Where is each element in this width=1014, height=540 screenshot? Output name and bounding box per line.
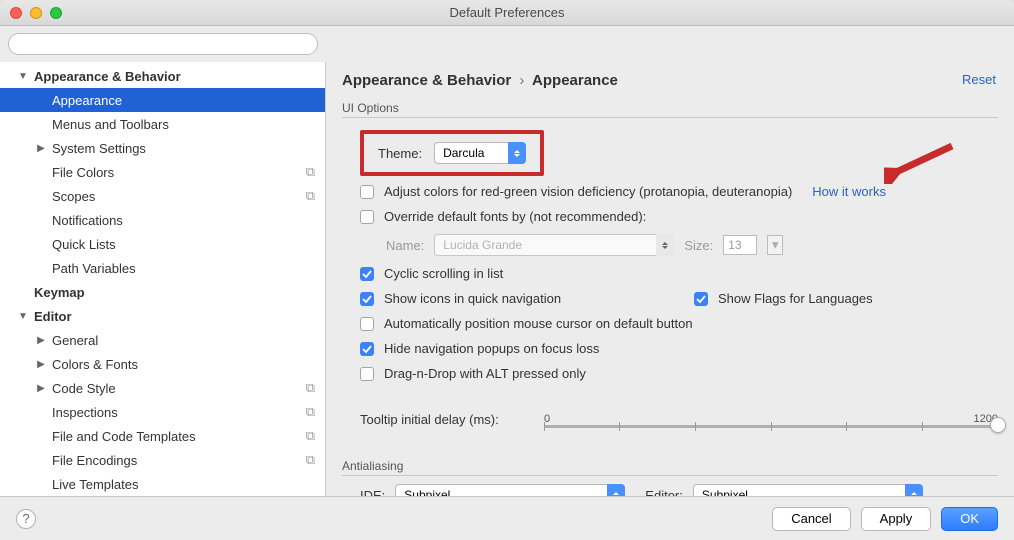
sidebar-item-file-encodings[interactable]: File Encodings⧉ [0,448,325,472]
cancel-button[interactable]: Cancel [772,507,850,531]
font-size-input [723,235,757,255]
breadcrumb-page: Appearance [532,72,618,89]
disclosure-arrow-icon: ▼ [18,311,28,322]
reset-link[interactable]: Reset [962,72,996,87]
sidebar-item-keymap[interactable]: Keymap [0,280,325,304]
project-scope-icon: ⧉ [306,452,315,468]
hide-popups-checkbox[interactable] [360,342,374,356]
help-button[interactable]: ? [16,509,36,529]
disclosure-arrow-icon: ▶ [36,335,46,346]
titlebar: Default Preferences [0,0,1014,26]
sidebar-item-menus-and-toolbars[interactable]: Menus and Toolbars [0,112,325,136]
theme-highlight-box: Theme: Darcula [360,130,544,176]
sidebar-item-label: System Settings [52,141,315,156]
project-scope-icon: ⧉ [306,404,315,420]
how-it-works-link[interactable]: How it works [812,184,886,199]
font-size-label: Size: [684,238,713,253]
cyclic-scrolling-checkbox[interactable] [360,267,374,281]
show-icons-checkbox[interactable] [360,292,374,306]
sidebar-item-code-style[interactable]: ▶ Code Style⧉ [0,376,325,400]
sidebar-item-label: File Colors [52,165,306,180]
ok-button[interactable]: OK [941,507,998,531]
cyclic-scrolling-label: Cyclic scrolling in list [384,266,503,281]
show-flags-checkbox[interactable] [694,292,708,306]
adjust-colors-checkbox[interactable] [360,185,374,199]
auto-cursor-checkbox[interactable] [360,317,374,331]
sidebar-item-label: Menus and Toolbars [52,117,315,132]
sidebar-item-inspections[interactable]: Inspections⧉ [0,400,325,424]
hide-popups-label: Hide navigation popups on focus loss [384,341,599,356]
sidebar-item-label: General [52,333,315,348]
disclosure-arrow-icon: ▶ [36,383,46,394]
sidebar-item-label: File and Code Templates [52,429,306,444]
breadcrumb-parent: Appearance & Behavior [342,72,511,89]
project-scope-icon: ⧉ [306,428,315,444]
dnd-alt-label: Drag-n-Drop with ALT pressed only [384,366,586,381]
sidebar-item-label: Notifications [52,213,315,228]
sidebar-item-appearance[interactable]: Appearance [0,88,325,112]
disclosure-arrow-icon: ▼ [18,71,28,82]
font-name-select: Lucida Grande [434,234,674,256]
sidebar-item-file-colors[interactable]: File Colors⧉ [0,160,325,184]
sidebar-item-scopes[interactable]: Scopes⧉ [0,184,325,208]
sidebar-item-path-variables[interactable]: Path Variables [0,256,325,280]
breadcrumb: Appearance & Behavior › Appearance [342,72,998,89]
sidebar-item-label: Code Style [52,381,306,396]
sidebar-item-label: Editor [34,309,315,324]
sidebar-item-label: Colors & Fonts [52,357,315,372]
sidebar-item-label: Keymap [34,285,315,300]
auto-cursor-label: Automatically position mouse cursor on d… [384,316,693,331]
tooltip-delay-slider[interactable]: 01200 [544,413,998,443]
sidebar-item-general[interactable]: ▶ General [0,328,325,352]
show-flags-label: Show Flags for Languages [718,291,873,306]
adjust-colors-label: Adjust colors for red-green vision defic… [384,184,792,199]
sidebar: ▼ Appearance & Behavior Appearance Menus an… [0,62,326,510]
sidebar-item-label: File Encodings [52,453,306,468]
tooltip-delay-label: Tooltip initial delay (ms): [360,412,530,427]
sidebar-item-file-and-code-templates[interactable]: File and Code Templates⧉ [0,424,325,448]
project-scope-icon: ⧉ [306,164,315,180]
sidebar-item-label: Quick Lists [52,237,315,252]
disclosure-arrow-icon: ▶ [36,359,46,370]
override-fonts-label: Override default fonts by (not recommend… [384,209,646,224]
close-icon[interactable] [10,7,22,19]
section-antialiasing: Antialiasing [342,459,998,473]
dnd-alt-checkbox[interactable] [360,367,374,381]
project-scope-icon: ⧉ [306,188,315,204]
sidebar-item-appearance-behavior[interactable]: ▼ Appearance & Behavior [0,64,325,88]
content-panel: Appearance & Behavior › Appearance Reset… [326,62,1014,510]
sidebar-item-label: Inspections [52,405,306,420]
window-title: Default Preferences [0,5,1014,20]
section-ui-options: UI Options [342,101,998,115]
theme-label: Theme: [378,146,422,161]
minimize-icon[interactable] [30,7,42,19]
theme-select[interactable]: Darcula [434,142,526,164]
annotation-arrow-icon [884,140,964,184]
font-name-label: Name: [386,238,424,253]
disclosure-arrow-icon: ▶ [36,143,46,154]
sidebar-item-label: Scopes [52,189,306,204]
sidebar-item-label: Appearance & Behavior [34,69,315,84]
sidebar-item-editor[interactable]: ▼ Editor [0,304,325,328]
sidebar-item-quick-lists[interactable]: Quick Lists [0,232,325,256]
sidebar-item-label: Appearance [52,93,315,108]
sidebar-item-label: Live Templates [52,477,315,492]
search-input[interactable] [8,33,318,55]
font-size-stepper: ▾ [767,235,783,255]
sidebar-item-live-templates[interactable]: Live Templates [0,472,325,496]
project-scope-icon: ⧉ [306,380,315,396]
sidebar-item-system-settings[interactable]: ▶ System Settings [0,136,325,160]
override-fonts-checkbox[interactable] [360,210,374,224]
show-icons-label: Show icons in quick navigation [384,291,684,306]
sidebar-item-notifications[interactable]: Notifications [0,208,325,232]
sidebar-item-label: Path Variables [52,261,315,276]
sidebar-item-colors-fonts[interactable]: ▶ Colors & Fonts [0,352,325,376]
bottom-bar: ? Cancel Apply OK [0,496,1014,540]
zoom-icon[interactable] [50,7,62,19]
apply-button[interactable]: Apply [861,507,932,531]
